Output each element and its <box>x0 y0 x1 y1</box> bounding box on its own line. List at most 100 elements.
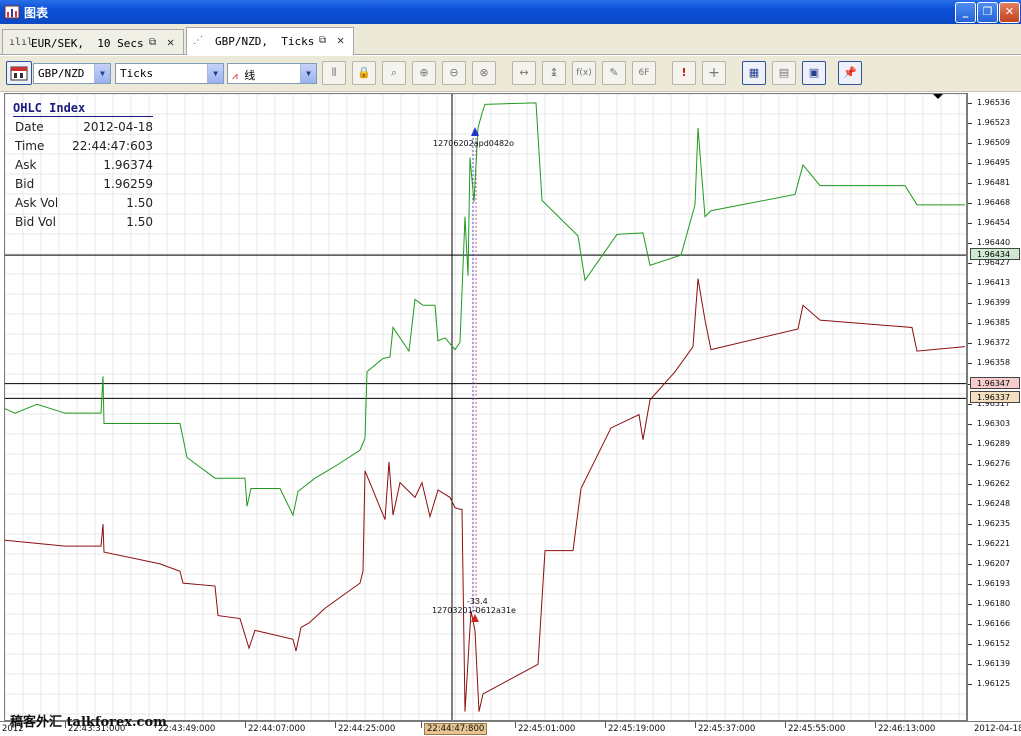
price-tick-label: 1.96276 <box>977 459 1011 468</box>
tick-chart-icon: ⋰ <box>193 35 203 46</box>
price-tick-mark <box>968 524 972 525</box>
price-tick-label: 1.96536 <box>977 98 1011 107</box>
period-select[interactable]: Ticks ▼ <box>115 63 224 84</box>
time-tick-label: 22:44:25:000 <box>338 724 396 734</box>
zoom-button[interactable]: ⌕ <box>382 61 406 85</box>
close-tab-icon[interactable]: ✕ <box>167 35 174 49</box>
new-chart-button[interactable] <box>6 61 32 85</box>
price-tick-mark <box>968 624 972 625</box>
zoom-out-button[interactable]: ⊖ <box>442 61 466 85</box>
price-tick-mark <box>968 303 972 304</box>
alert-icon: ! <box>681 66 687 79</box>
order-label-bottom[interactable]: 12703201-0612a31e <box>432 606 516 615</box>
price-tick-mark <box>968 424 972 425</box>
time-tick-label: 22:45:01:000 <box>518 724 576 734</box>
indicator-icon: ⫴ <box>331 66 337 79</box>
price-tick-label: 1.96481 <box>977 178 1011 187</box>
price-tick-mark <box>968 163 972 164</box>
price-tick-mark <box>968 484 972 485</box>
time-tick-mark <box>605 722 606 728</box>
price-tick-mark <box>968 323 972 324</box>
close-tab-icon[interactable]: ✕ <box>337 33 344 47</box>
lock-button[interactable]: 🔒 <box>352 61 376 85</box>
time-tick-mark <box>515 722 516 728</box>
ohlc-row-time: Time 22:44:47:603 <box>15 139 153 153</box>
time-tick-label: 22:46:13:000 <box>878 724 936 734</box>
formula-icon: f(x) <box>576 68 592 78</box>
price-tick-label: 1.96385 <box>977 318 1011 327</box>
price-tick-label: 1.96413 <box>977 278 1011 287</box>
grid-icon: ▦ <box>748 66 760 79</box>
price-tick-label: 1.96468 <box>977 198 1011 207</box>
save-template-button[interactable]: ▤ <box>772 61 796 85</box>
window-titlebar[interactable]: 图表 _ ❐ ✕ <box>0 0 1021 24</box>
price-tick-mark <box>968 504 972 505</box>
popout-icon[interactable]: ⧉ <box>149 37 156 48</box>
tab-eur-sek[interactable]: ılıl EUR/SEK, 10 Secs ⧉ ✕ <box>2 29 184 54</box>
zoom-fit-button[interactable]: ⊗ <box>472 61 496 85</box>
horizontal-arrows-icon: ↔ <box>519 66 529 79</box>
price-tick-label: 1.96289 <box>977 439 1011 448</box>
chart-type-select[interactable]: ⩘ 线 ▼ <box>227 63 317 84</box>
grid-button[interactable]: ▦ <box>742 61 766 85</box>
price-tick-mark <box>968 343 972 344</box>
price-tick-label: 1.96303 <box>977 419 1011 428</box>
price-tick-mark <box>968 564 972 565</box>
time-tick-label: 22:45:55:000 <box>788 724 846 734</box>
order-value-bottom: -33.4 <box>467 597 488 606</box>
auto-scale-button[interactable]: ↨ <box>542 61 566 85</box>
crosshair-time-label: 22:44:47:800 <box>424 723 488 735</box>
price-tick-mark <box>968 404 972 405</box>
alert-button[interactable]: ! <box>672 61 696 85</box>
template-button[interactable]: ▣ <box>802 61 826 85</box>
price-tick-label: 1.96399 <box>977 298 1011 307</box>
tab-bar: ılıl EUR/SEK, 10 Secs ⧉ ✕ ⋰ GBP/NZD, Tic… <box>0 24 1021 55</box>
zoom-fit-icon: ⊗ <box>479 66 489 79</box>
tab-label: EUR/SEK, 10 Secs <box>31 37 144 50</box>
fibonacci-button[interactable]: 6F <box>632 61 656 85</box>
price-tick-label: 1.96193 <box>977 579 1011 588</box>
ohlc-row-date: Date 2012-04-18 <box>15 120 153 134</box>
minimize-button[interactable]: _ <box>955 2 976 23</box>
window-title: 图表 <box>24 6 49 20</box>
ohlc-row-bid: Bid 1.96259 <box>15 177 153 191</box>
pin-button[interactable]: 📌 <box>838 61 862 85</box>
time-tick-mark <box>245 722 246 728</box>
instrument-select[interactable]: GBP/NZD ▼ <box>33 63 111 84</box>
order-label-top[interactable]: 12706202apd0482o <box>433 139 514 148</box>
chevron-down-icon: ▼ <box>207 64 223 83</box>
chart-plot-area[interactable]: OHLC Index Date 2012-04-18 Time 22:44:47:6… <box>4 93 967 721</box>
save-icon: ▤ <box>778 66 790 79</box>
zoom-out-icon: ⊖ <box>449 66 459 79</box>
zoom-in-button[interactable]: ⊕ <box>412 61 436 85</box>
drawing-button[interactable]: ✎ <box>602 61 626 85</box>
watermark-text: 稿客外汇 talkforex.com <box>10 715 167 730</box>
price-tick-mark <box>968 183 972 184</box>
price-tick-mark <box>968 584 972 585</box>
crosshair-button[interactable]: + <box>702 61 726 85</box>
price-axis[interactable]: 1.96536 1.96523 1.96509 1.96495 1.96481 1.964… <box>967 93 1021 721</box>
formula-button[interactable]: f(x) <box>572 61 596 85</box>
time-tick-mark <box>421 722 422 728</box>
pencil-icon: ✎ <box>609 66 619 79</box>
tab-gbp-nzd[interactable]: ⋰ GBP/NZD, Ticks ⧉ ✕ <box>186 27 354 55</box>
ohlc-title: OHLC Index <box>13 101 153 117</box>
close-button[interactable]: ✕ <box>999 2 1020 23</box>
restore-button[interactable]: ❐ <box>977 2 998 23</box>
indicator-button[interactable]: ⫴ <box>322 61 346 85</box>
price-tick-label: 1.96454 <box>977 218 1011 227</box>
price-tick-label: 1.96495 <box>977 158 1011 167</box>
chevron-down-icon: ▼ <box>94 64 110 83</box>
price-tick-label: 1.96166 <box>977 619 1011 628</box>
price-tick-mark <box>968 444 972 445</box>
time-tick-mark <box>875 722 876 728</box>
shift-chart-button[interactable]: ↔ <box>512 61 536 85</box>
price-tick-mark <box>968 664 972 665</box>
fibonacci-icon: 6F <box>638 68 650 78</box>
magnifier-icon: ⌕ <box>390 66 398 79</box>
tab-label: GBP/NZD, Ticks <box>215 35 315 48</box>
time-tick-label: 22:45:19:000 <box>608 724 666 734</box>
price-tick-mark <box>968 363 972 364</box>
chevron-down-icon: ▼ <box>300 64 316 83</box>
popout-icon[interactable]: ⧉ <box>319 35 326 46</box>
